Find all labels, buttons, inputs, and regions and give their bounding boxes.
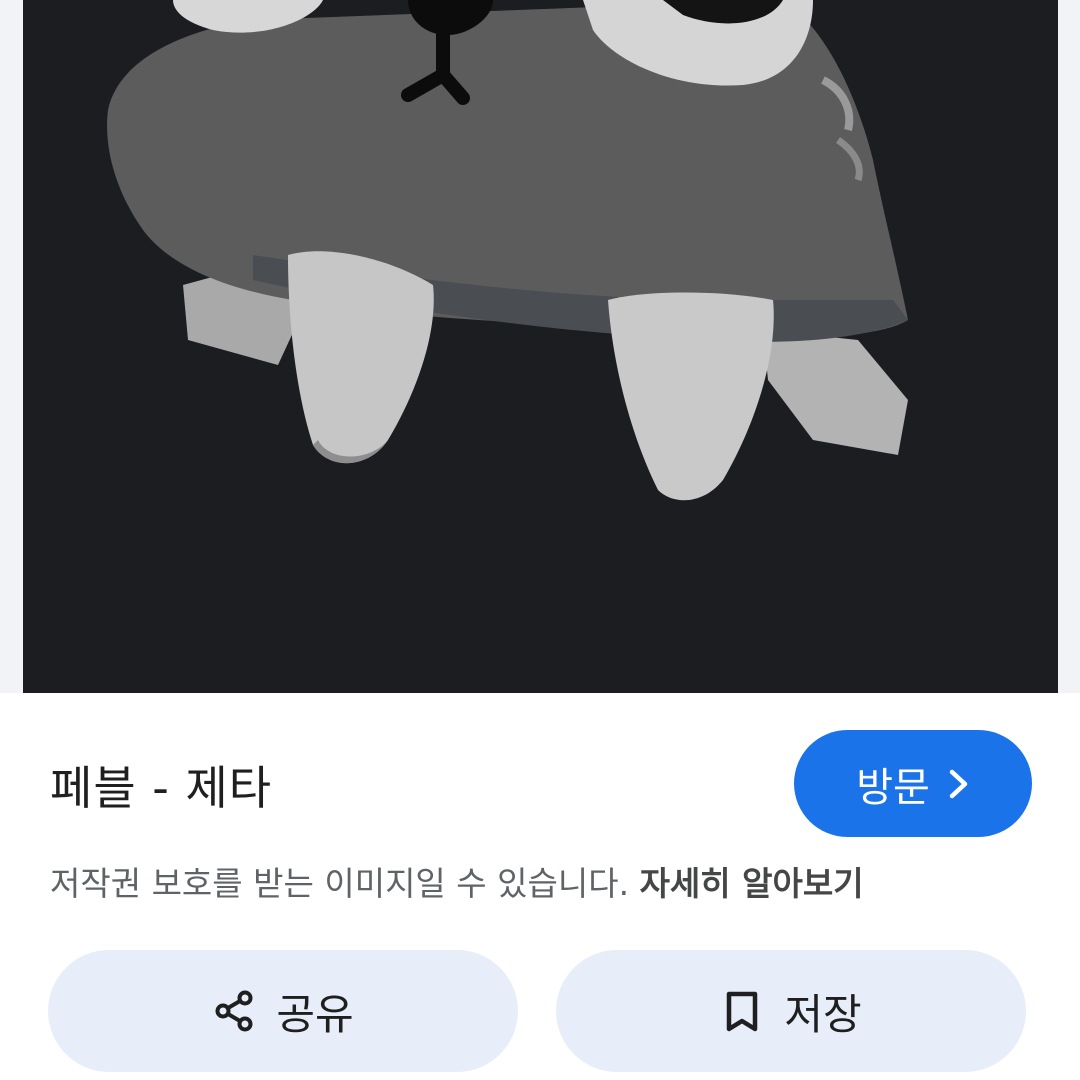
result-title: 페블 - 제타 [50, 761, 273, 815]
chevron-right-icon [949, 769, 968, 798]
share-button[interactable]: 공유 [48, 950, 518, 1072]
save-label: 저장 [784, 989, 862, 1039]
result-image[interactable] [23, 0, 1058, 693]
copyright-notice: 저작권 보호를 받는 이미지일 수 있습니다. 자세히 알아보기 [50, 857, 864, 905]
save-button[interactable]: 저장 [556, 950, 1026, 1072]
learn-more-link[interactable]: 자세히 알아보기 [640, 864, 864, 903]
share-icon [215, 990, 253, 1032]
creature-illustration [107, 0, 908, 501]
image-viewer [0, 0, 1080, 693]
visit-button[interactable]: 방문 [794, 730, 1032, 837]
visit-label: 방문 [856, 764, 930, 811]
copyright-text: 저작권 보호를 받는 이미지일 수 있습니다. [50, 864, 640, 903]
share-label: 공유 [276, 989, 354, 1039]
bookmark-icon [727, 991, 758, 1032]
